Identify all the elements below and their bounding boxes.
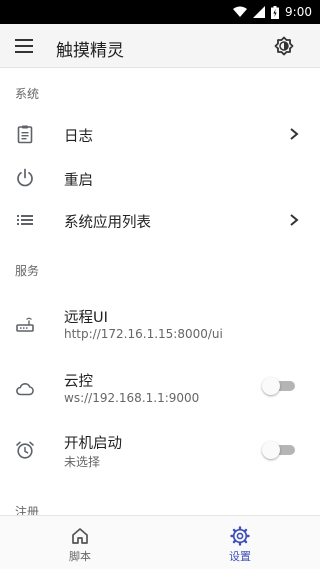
gear-icon [230,526,250,546]
nav-settings[interactable]: 设置 [160,516,320,569]
autostart-row[interactable]: 开机启动 未选择 [0,424,320,480]
signal-icon [253,6,266,18]
autostart-title: 开机启动 [64,436,122,452]
cloud-control-url: ws://192.168.1.1:9000 [64,391,200,405]
nav-scripts-label: 脚本 [69,550,91,563]
remote-ui-row[interactable]: 远程UI http://172.16.1.15:8000/ui [0,296,320,352]
chevron-right-icon [290,128,299,140]
menu-icon[interactable] [14,38,34,54]
nav-settings-label: 设置 [229,550,251,563]
chevron-right-icon [290,214,299,226]
app-list-row[interactable]: 系统应用列表 [0,198,320,242]
router-icon [16,317,34,332]
autostart-status: 未选择 [64,455,101,469]
app-title: 触摸精灵 [56,41,124,61]
log-label: 日志 [64,129,93,145]
status-time: 9:00 [285,5,312,19]
app-bar: 触摸精灵 [0,24,320,68]
nav-scripts[interactable]: 脚本 [0,516,160,569]
battery-icon [271,5,280,19]
cloud-control-toggle[interactable] [262,377,296,395]
clipboard-icon [17,125,33,144]
section-header-system: 系统 [15,87,40,101]
power-icon [17,168,33,187]
autostart-toggle[interactable] [262,441,296,459]
list-icon [17,215,33,225]
cloud-icon [16,383,34,396]
remote-ui-title: 远程UI [64,310,108,326]
wifi-icon [233,6,248,17]
home-icon [72,528,88,544]
bottom-nav: 脚本 设置 [0,515,320,569]
theme-toggle-icon[interactable] [274,36,294,56]
alarm-clock-icon [16,441,34,459]
cloud-control-row[interactable]: 云控 ws://192.168.1.1:9000 [0,362,320,418]
remote-ui-url: http://172.16.1.15:8000/ui [64,327,223,341]
log-row[interactable]: 日志 [0,112,320,156]
section-header-services: 服务 [15,264,40,278]
toggle-thumb [262,377,280,395]
toggle-thumb [262,441,280,459]
app-list-label: 系统应用列表 [64,215,151,231]
status-bar: 9:00 [0,0,320,24]
restart-row[interactable]: 重启 [0,156,320,200]
restart-label: 重启 [64,173,93,189]
cloud-control-title: 云控 [64,374,93,390]
